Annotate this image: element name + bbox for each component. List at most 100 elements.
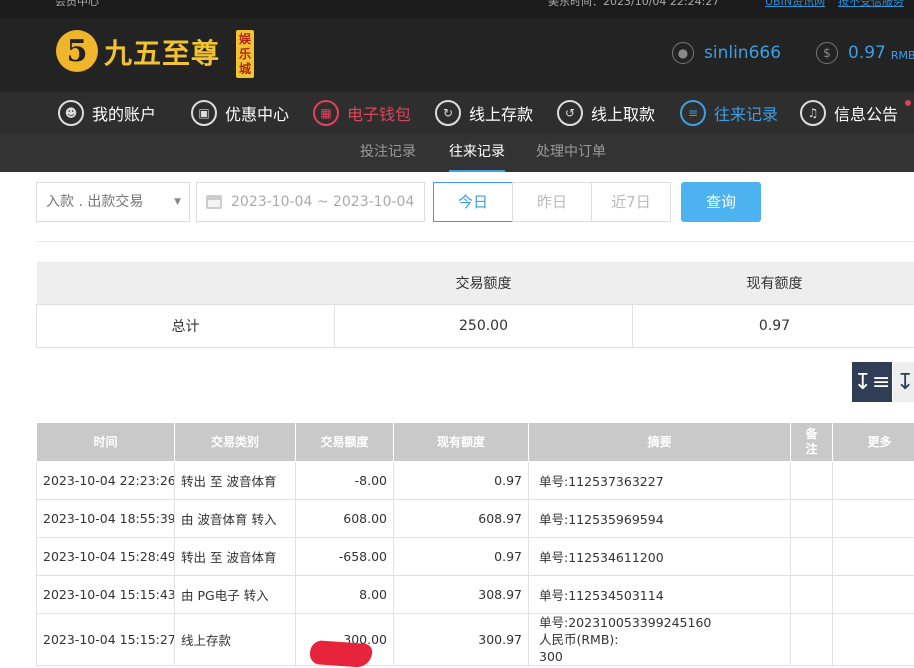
cell-summary: 单号:112534611200 (529, 538, 791, 576)
eastern-time: 美东时间：2023/10/04 22:24:27 (548, 0, 719, 9)
nav-wallet[interactable]: ▦ 电子钱包 (313, 92, 411, 134)
wallet-icon: ▦ (313, 100, 339, 126)
cell-summary: 单号:112534503114 (529, 576, 791, 614)
summary-header (37, 262, 335, 305)
date-range-input[interactable]: 2023-10-04 ~ 2023-10-04 (196, 182, 425, 222)
balance-value: 0.97 (848, 43, 886, 63)
transaction-type-select[interactable]: 入款 . 出款交易 ▼ (36, 182, 190, 222)
nav-my-account[interactable]: ☻ 我的账户 (58, 92, 156, 134)
nav-records[interactable]: ≡ 往来记录 (680, 92, 778, 134)
col-balance: 现有额度 (394, 423, 529, 462)
select-value: 入款 . 出款交易 (46, 194, 143, 210)
username: sinlin666 (704, 43, 781, 63)
brand-name[interactable]: 九五至尊 (104, 32, 220, 72)
cell-type: 转出 至 波音体育 (175, 538, 296, 576)
user-icon: ☻ (58, 100, 84, 126)
brand-tag: 娱乐城 (236, 30, 254, 78)
cell-remark (791, 576, 833, 614)
cell-amount: 608.00 (296, 500, 394, 538)
cell-more[interactable] (833, 538, 914, 576)
summary-amount: 300 (539, 648, 784, 665)
bell-icon: ♫ (800, 100, 826, 126)
deposit-icon: ↻ (435, 100, 461, 126)
cell-time: 2023-10-04 15:28:49 (37, 538, 175, 576)
cell-type: 由 PG电子 转入 (175, 576, 296, 614)
cell-time: 2023-10-04 15:15:43 (37, 576, 175, 614)
col-summary: 摘要 (529, 423, 791, 462)
nav-label: 优惠中心 (225, 101, 289, 125)
tab-pending-orders[interactable]: 处理中订单 (536, 134, 606, 172)
cell-type: 线上存款 (175, 614, 296, 666)
summary-header-amount: 交易额度 (335, 262, 633, 305)
nav-promotions[interactable]: ▣ 优惠中心 (191, 92, 289, 134)
dollar-icon: $ (816, 42, 838, 64)
nav-label: 线上取款 (591, 101, 655, 125)
gift-icon: ▣ (191, 100, 217, 126)
sub-nav: 投注记录 往来记录 处理中订单 (0, 134, 914, 172)
cell-time: 2023-10-04 22:23:26 (37, 462, 175, 500)
sort-asc-icon[interactable]: ↧≡ (893, 362, 914, 402)
withdraw-icon: ↺ (557, 100, 583, 126)
cell-type: 由 波音体育 转入 (175, 500, 296, 538)
cell-time: 2023-10-04 18:55:39 (37, 500, 175, 538)
records-icon: ≡ (680, 100, 706, 126)
tab-bet-records[interactable]: 投注记录 (360, 134, 416, 172)
user-icon: ● (672, 42, 694, 64)
table-row: 2023-10-04 15:28:49 转出 至 波音体育 -658.00 0.… (37, 538, 914, 576)
records-header-row: 时间 交易类别 交易额度 现有额度 摘要 备注 更多 (37, 423, 914, 462)
col-more: 更多 (833, 423, 914, 462)
summary-header-row: 交易额度 现有额度 (37, 262, 914, 305)
top-left-text: 会员中心 (55, 0, 99, 9)
cell-amount: -8.00 (296, 462, 394, 500)
caret-down-icon: ▼ (174, 183, 181, 221)
col-time: 时间 (37, 423, 175, 462)
search-button[interactable]: 查询 (681, 182, 761, 222)
notification-dot (905, 100, 911, 106)
col-type: 交易类别 (175, 423, 296, 462)
logo-glyph: 5 (67, 34, 88, 69)
cell-time: 2023-10-04 15:15:27 (37, 614, 175, 666)
top-link-2[interactable]: 按不受信服务 (838, 0, 904, 9)
cell-amount: -658.00 (296, 538, 394, 576)
nav-label: 往来记录 (714, 101, 778, 125)
sort-desc-icon[interactable]: ↧≡ (852, 362, 892, 402)
cell-more[interactable] (833, 614, 914, 666)
nav-label: 我的账户 (92, 101, 156, 125)
table-row: 2023-10-04 15:15:43 由 PG电子 转入 8.00 308.9… (37, 576, 914, 614)
header-user[interactable]: ● sinlin666 (672, 42, 781, 64)
summary-order-no: 单号:202310053399245160 (539, 614, 784, 631)
last-7-days-button[interactable]: 近7日 (591, 182, 671, 222)
summary-total-row: 总计 250.00 0.97 (37, 305, 914, 348)
total-balance: 0.97 (633, 305, 914, 348)
summary-currency: 人民币(RMB): (539, 631, 784, 648)
cell-summary: 单号:112535969594 (529, 500, 791, 538)
logo-emblem[interactable]: 5 (56, 30, 98, 72)
tab-transaction-records[interactable]: 往来记录 (449, 134, 505, 172)
table-row: 2023-10-04 22:23:26 转出 至 波音体育 -8.00 0.97… (37, 462, 914, 500)
site-header: 5 九五至尊 娱乐城 ● sinlin666 $ 0.97 RMB (0, 18, 914, 92)
nav-label: 电子钱包 (347, 101, 411, 125)
cell-more[interactable] (833, 462, 914, 500)
table-row: 2023-10-04 18:55:39 由 波音体育 转入 608.00 608… (37, 500, 914, 538)
cell-more[interactable] (833, 500, 914, 538)
table-row: 2023-10-04 15:15:27 线上存款 300.00 300.97 单… (37, 614, 914, 666)
nav-label: 线上存款 (469, 101, 533, 125)
cell-amount: 8.00 (296, 576, 394, 614)
cell-remark (791, 500, 833, 538)
summary-table: 交易额度 现有额度 总计 250.00 0.97 (36, 262, 914, 348)
nav-announcements[interactable]: ♫信息公告 (800, 92, 898, 134)
cell-balance: 308.97 (394, 576, 529, 614)
cell-more[interactable] (833, 576, 914, 614)
cell-remark (791, 614, 833, 666)
calendar-icon (206, 195, 222, 209)
top-link-1[interactable]: UBIN资讯网 (765, 0, 825, 9)
yesterday-button[interactable]: 昨日 (512, 182, 592, 222)
cell-balance: 608.97 (394, 500, 529, 538)
top-strip: 会员中心 美东时间：2023/10/04 22:24:27 UBIN资讯网 按不… (0, 0, 914, 18)
header-balance[interactable]: $ 0.97 RMB (816, 42, 914, 64)
today-button[interactable]: 今日 (433, 182, 513, 222)
nav-deposit[interactable]: ↻ 线上存款 (435, 92, 533, 134)
nav-withdraw[interactable]: ↺ 线上取款 (557, 92, 655, 134)
col-remark: 备注 (791, 423, 833, 462)
cell-summary: 单号:112537363227 (529, 462, 791, 500)
